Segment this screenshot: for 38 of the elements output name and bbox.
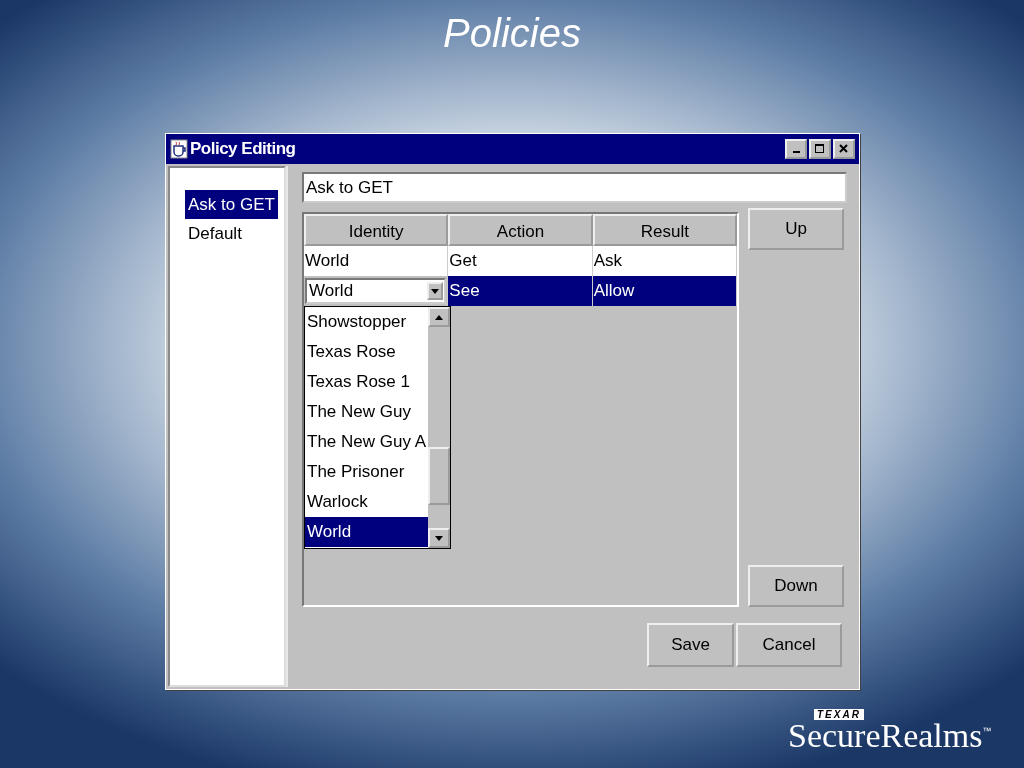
dropdown-item[interactable]: Showstopper: [305, 307, 428, 337]
identity-combo[interactable]: World: [305, 278, 447, 304]
cancel-button[interactable]: Cancel: [736, 623, 842, 667]
dropdown-item[interactable]: World: [305, 517, 428, 547]
minimize-icon: [792, 151, 800, 153]
maximize-icon: [815, 144, 825, 154]
down-button[interactable]: Down: [748, 565, 844, 607]
slide-title: Policies: [443, 10, 581, 57]
dropdown-item[interactable]: The Prisoner: [305, 457, 428, 487]
up-button[interactable]: Up: [748, 208, 844, 250]
trademark-mark: ™: [982, 726, 992, 736]
logo-badge: TEXAR: [814, 709, 864, 720]
column-header[interactable]: Action: [448, 214, 593, 246]
dropdown-item[interactable]: The New Guy A: [305, 427, 428, 457]
window-title: Policy Editing: [190, 139, 296, 159]
scrollbar-thumb[interactable]: [428, 447, 450, 505]
table-row[interactable]: World See Allow: [304, 276, 737, 306]
dropdown-item[interactable]: The New Guy: [305, 397, 428, 427]
scrollbar[interactable]: [428, 307, 450, 548]
close-icon: [839, 144, 849, 154]
name-field[interactable]: Ask to GET: [302, 172, 847, 203]
table-row[interactable]: World Get Ask: [304, 246, 737, 276]
cup-icon: [170, 139, 188, 159]
maximize-button[interactable]: [809, 139, 831, 159]
policy-item[interactable]: Default: [185, 219, 245, 248]
dropdown-item[interactable]: Texas Rose 1: [305, 367, 428, 397]
column-header[interactable]: Identity: [304, 214, 449, 246]
policy-item[interactable]: Ask to GET: [185, 190, 278, 219]
minimize-button[interactable]: [785, 139, 807, 159]
dropdown-item[interactable]: Warlock: [305, 487, 428, 517]
close-button[interactable]: [833, 139, 855, 159]
table-cell: Allow: [592, 276, 737, 306]
scroll-up-icon: [435, 314, 443, 320]
save-button[interactable]: Save: [647, 623, 734, 667]
dropdown-item[interactable]: Texas Rose: [305, 337, 428, 367]
column-header[interactable]: Result: [592, 214, 737, 246]
scroll-down-icon: [435, 535, 443, 541]
logo-name: SecureRealms: [788, 722, 983, 750]
